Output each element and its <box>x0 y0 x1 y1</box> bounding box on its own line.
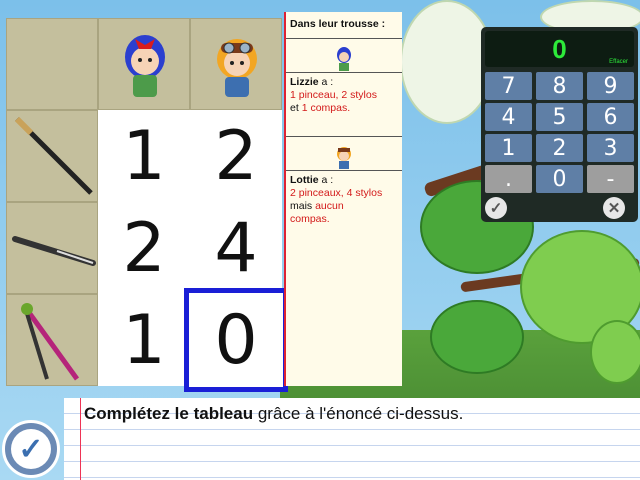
corner-cell <box>6 18 98 110</box>
instruction-text: Complétez le tableau grâce à l'énoncé ci… <box>84 404 463 424</box>
lizzie-et: et <box>290 102 302 114</box>
lizzie-suffix: a : <box>318 76 334 88</box>
key-6[interactable]: 6 <box>587 103 634 131</box>
background-leaf <box>400 0 494 124</box>
cross-icon[interactable]: ✕ <box>603 197 625 219</box>
lottie-small-avatar <box>337 147 351 169</box>
paper-margin-line <box>80 398 81 480</box>
row-label-pen <box>6 202 98 294</box>
check-icon[interactable]: ✓ <box>485 197 507 219</box>
paintbrush-icon <box>14 116 93 195</box>
lottie-mais: mais <box>290 200 316 212</box>
key-minus[interactable]: - <box>587 165 634 193</box>
cell-value: 1 <box>122 300 166 380</box>
key-9[interactable]: 9 <box>587 72 634 100</box>
cell-value: 2 <box>214 116 258 196</box>
key-1[interactable]: 1 <box>485 134 532 162</box>
key-5[interactable]: 5 <box>536 103 583 131</box>
key-0[interactable]: 0 <box>536 165 583 193</box>
cell-lizzie-compass[interactable]: 1 <box>98 294 190 386</box>
instruction-bold: Complétez le tableau <box>84 404 254 423</box>
lottie-suffix: a : <box>318 174 334 186</box>
lizzie-statement: Lizzie a : 1 pinceau, 2 stylos et 1 comp… <box>290 76 400 115</box>
lottie-name: Lottie <box>290 174 319 186</box>
cell-lizzie-pen[interactable]: 2 <box>98 202 190 294</box>
row-label-paintbrush <box>6 110 98 202</box>
key-decimal[interactable]: . <box>485 165 532 193</box>
cell-lottie-paintbrush[interactable]: 2 <box>190 110 282 202</box>
check-icon: ✓ <box>11 429 51 469</box>
compass-icon <box>21 303 80 381</box>
lottie-aucun: aucun <box>315 200 344 212</box>
cell-lottie-compass[interactable]: 0 <box>184 288 288 392</box>
clear-button[interactable]: Effacer <box>609 59 628 65</box>
instruction-rest: grâce à l'énoncé ci-dessus. <box>253 404 464 423</box>
lizzie-line1: 1 pinceau, 2 stylos <box>290 89 377 101</box>
divider <box>286 170 402 171</box>
cell-value: 4 <box>214 208 258 288</box>
key-4[interactable]: 4 <box>485 103 532 131</box>
pen-icon <box>12 236 96 266</box>
divider <box>286 136 402 137</box>
calculator: 0 Effacer 7 8 9 4 5 6 1 2 3 . 0 - ✓ ✕ <box>481 27 638 222</box>
lizzie-small-avatar <box>337 47 351 71</box>
header-lottie <box>190 18 282 110</box>
header-lizzie <box>98 18 190 110</box>
lottie-line1: 2 pinceaux, 4 stylos <box>290 187 383 199</box>
calculator-display: 0 Effacer <box>485 31 634 67</box>
lizzie-avatar <box>125 35 165 97</box>
key-2[interactable]: 2 <box>536 134 583 162</box>
background-leaf <box>430 300 524 374</box>
cell-lottie-pen[interactable]: 4 <box>190 202 282 294</box>
lottie-line3: compas. <box>290 213 330 225</box>
cell-value: 2 <box>122 208 166 288</box>
key-3[interactable]: 3 <box>587 134 634 162</box>
statement-panel: Dans leur trousse : Lizzie a : 1 pinceau… <box>284 12 402 386</box>
validate-button[interactable]: ✓ <box>2 420 60 478</box>
divider <box>286 38 402 39</box>
answer-table: 1 2 2 4 1 0 <box>6 18 288 392</box>
key-8[interactable]: 8 <box>536 72 583 100</box>
cell-value: 1 <box>122 116 166 196</box>
divider <box>286 72 402 73</box>
statement-header: Dans leur trousse : <box>290 18 386 30</box>
lottie-avatar <box>217 39 257 97</box>
cell-lizzie-paintbrush[interactable]: 1 <box>98 110 190 202</box>
lizzie-line2: 1 compas. <box>301 102 351 114</box>
lizzie-name: Lizzie <box>290 76 319 88</box>
row-label-compass <box>6 294 98 386</box>
cell-value: 0 <box>214 300 258 380</box>
lottie-statement: Lottie a : 2 pinceaux, 4 stylos mais auc… <box>290 174 400 226</box>
key-7[interactable]: 7 <box>485 72 532 100</box>
background-leaf <box>590 320 640 384</box>
